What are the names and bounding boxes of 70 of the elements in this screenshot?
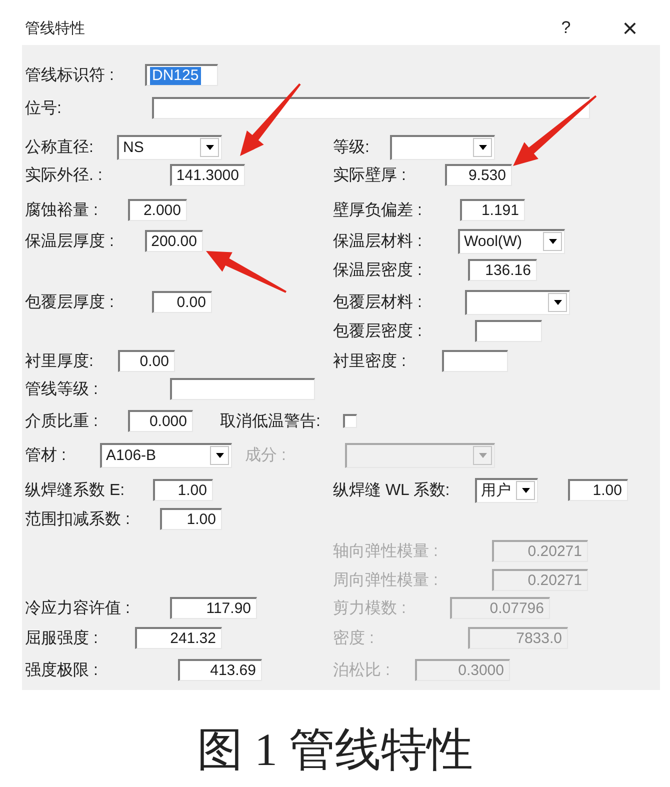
field-label: 管线等级 : (25, 380, 99, 400)
input-field[interactable]: DN125 (145, 64, 218, 86)
input-field[interactable]: 141.3000 (170, 164, 245, 186)
field-label: 剪力模数 : (333, 598, 407, 618)
field-label: 成分 : (245, 446, 287, 466)
input-field[interactable] (475, 320, 542, 342)
field-label: 包覆层厚度 : (25, 292, 115, 312)
window-title: 管线特性 (25, 18, 85, 38)
input-field[interactable]: 2.000 (128, 199, 187, 221)
dropdown[interactable]: A106-B (100, 442, 232, 468)
field-label: 壁厚负偏差 : (333, 200, 423, 220)
field-label: 保温层厚度 : (25, 232, 115, 252)
field-label: 介质比重 : (25, 412, 99, 432)
field-label: 周向弹性模量 : (333, 570, 439, 590)
input-field[interactable]: 0.00 (152, 291, 212, 313)
checkbox[interactable] (343, 414, 357, 428)
caret-icon (522, 488, 530, 493)
field-label: 位号: (25, 98, 62, 118)
field-label: 实际壁厚 : (333, 166, 407, 186)
input-field[interactable]: 200.00 (145, 230, 203, 252)
input-field[interactable]: 1.00 (160, 508, 222, 530)
input-field[interactable]: 0.00 (118, 350, 175, 372)
field-label: 等级: (333, 138, 370, 158)
field-label: 管材 : (25, 446, 67, 466)
input-field[interactable]: 0.000 (128, 410, 193, 432)
field-label: 范围扣减系数 : (25, 510, 131, 530)
field-label: 保温层材料 : (333, 232, 423, 252)
caret-icon (206, 145, 214, 150)
field-label: 包覆层密度 : (333, 322, 423, 342)
input-field[interactable]: 117.90 (170, 597, 257, 619)
field-label: 屈服强度 : (25, 628, 99, 648)
field-label: 纵焊缝系数 E: (25, 480, 126, 500)
input-field[interactable]: 9.530 (445, 164, 512, 186)
field-label: 纵焊缝 WL 系数: (333, 480, 451, 500)
field-label: 取消低温警告: (220, 412, 322, 432)
caret-icon (478, 453, 486, 458)
input-field[interactable]: 1.00 (153, 479, 213, 501)
field-label: 实际外径. : (25, 166, 104, 186)
input-field[interactable]: 241.32 (135, 627, 222, 649)
input-field[interactable]: 413.69 (178, 659, 262, 681)
field-label: 衬里厚度: (25, 352, 94, 372)
field-label: 公称直径: (25, 138, 94, 158)
caret-icon (478, 145, 486, 150)
field-label: 密度 : (333, 628, 375, 648)
field-label: 管线标识符 : (25, 66, 115, 86)
input-field[interactable]: 1.00 (568, 479, 628, 501)
help-button[interactable]: ? (551, 13, 581, 43)
field-label: 轴向弹性模量 : (333, 542, 439, 562)
caret-icon (216, 453, 224, 458)
field-label: 包覆层材料 : (333, 292, 423, 312)
dropdown[interactable]: Wool(W) (458, 228, 565, 254)
field-label: 泊松比 : (333, 660, 391, 680)
dropdown[interactable] (465, 290, 570, 314)
dropdown[interactable] (390, 134, 495, 160)
input-field[interactable]: 136.16 (468, 259, 537, 281)
caret-icon (554, 300, 562, 305)
field-label: 腐蚀裕量 : (25, 200, 99, 220)
caret-icon (548, 239, 556, 244)
field-label: 冷应力容许值 : (25, 598, 131, 618)
field-label: 保温层密度 : (333, 260, 423, 280)
dropdown[interactable]: NS (117, 134, 222, 160)
field-label: 衬里密度 : (333, 352, 407, 372)
dropdown[interactable]: 用户 (475, 478, 538, 502)
input-field[interactable]: 1.191 (460, 199, 525, 221)
field-label: 强度极限 : (25, 660, 99, 680)
input-field[interactable] (152, 97, 590, 119)
figure-caption: 图 1 管线特性 (196, 723, 474, 777)
close-button[interactable]: × (615, 13, 645, 43)
input-field[interactable] (170, 378, 315, 400)
input-field[interactable] (442, 350, 508, 372)
